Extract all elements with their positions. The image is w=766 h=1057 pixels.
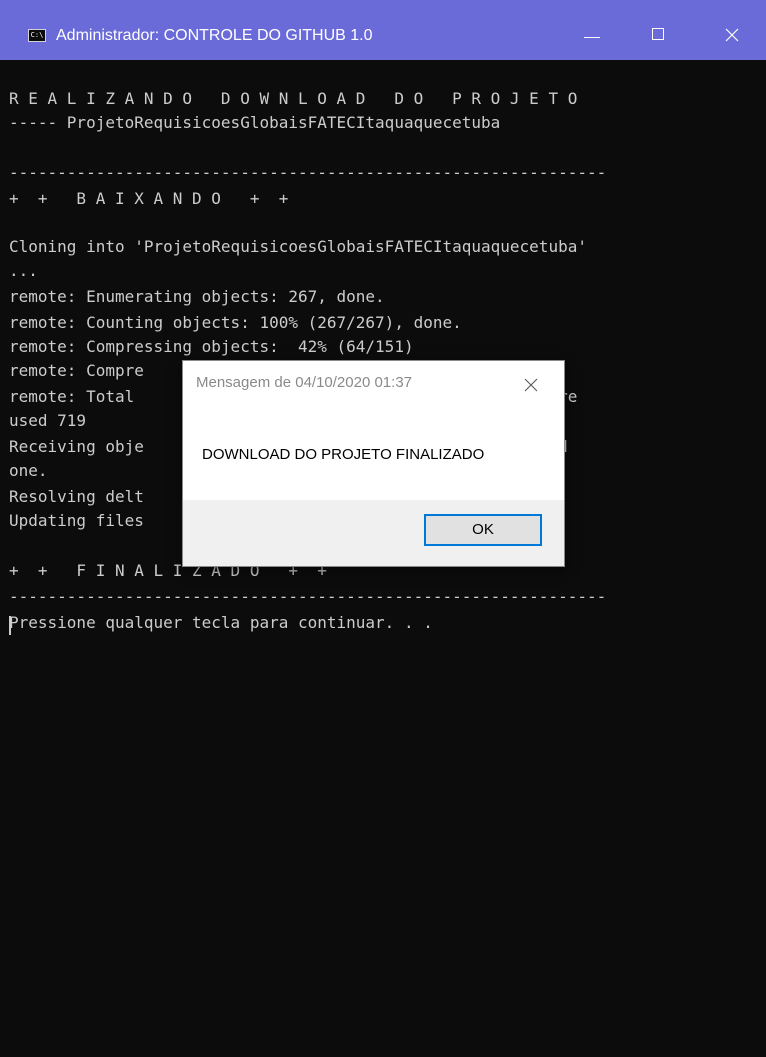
dialog-title: Mensagem de 04/10/2020 01:37: [196, 374, 412, 391]
dialog-close-button[interactable]: [519, 373, 543, 397]
close-icon: [725, 28, 739, 42]
console-window: C:\ Administrador: CONTROLE DO GITHUB 1.…: [0, 0, 766, 1057]
dialog-footer: OK: [183, 500, 564, 566]
maximize-button[interactable]: [635, 16, 681, 52]
console-line: ----- ProjetoRequisicoesGlobaisFATECItaq…: [9, 113, 501, 132]
window-title: Administrador: CONTROLE DO GITHUB 1.0: [56, 27, 373, 44]
console-line: remote: Enumerating objects: 267, done.: [9, 287, 385, 306]
console-line: Resolving delt: [9, 487, 144, 506]
console-line: ----------------------------------------…: [9, 163, 607, 182]
console-line: remote: Counting objects: 100% (267/267)…: [9, 313, 462, 332]
console-line: Pressione qualquer tecla para continuar.…: [9, 613, 433, 632]
dialog-message: DOWNLOAD DO PROJETO FINALIZADO: [202, 446, 485, 463]
close-button[interactable]: [710, 16, 756, 52]
message-dialog: Mensagem de 04/10/2020 01:37 DOWNLOAD DO…: [182, 360, 565, 567]
console-line: Cloning into 'ProjetoRequisicoesGlobaisF…: [9, 237, 587, 256]
ok-button[interactable]: OK: [424, 514, 542, 546]
minimize-button[interactable]: [570, 16, 616, 52]
console-line: ...: [9, 261, 38, 280]
console-line: Updating files: [9, 511, 144, 530]
close-icon: [524, 378, 538, 392]
console-line: remote: Compressing objects: 42% (64/151…: [9, 337, 414, 356]
cmd-icon: C:\: [28, 29, 46, 42]
console-line: one.: [9, 461, 48, 480]
title-bar[interactable]: C:\ Administrador: CONTROLE DO GITHUB 1.…: [0, 0, 766, 60]
console-line: + + B A I X A N D O + +: [9, 189, 289, 208]
console-line: used 719: [9, 411, 87, 430]
text-cursor: [9, 616, 11, 635]
console-line: ----------------------------------------…: [9, 587, 607, 606]
console-line: R E A L I Z A N D O D O W N L O A D D O …: [9, 89, 578, 108]
